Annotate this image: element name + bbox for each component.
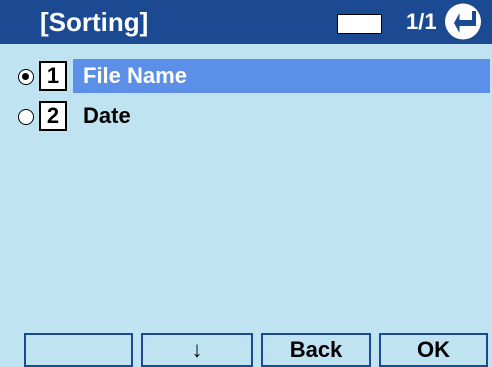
back-arrow-icon[interactable] (445, 3, 481, 40)
title-bar: [Sorting] 1/1 (0, 0, 492, 44)
softkey-down-arrow[interactable]: ↓ (141, 333, 253, 367)
status-indicator (337, 14, 382, 34)
menu-item-label: File Name (73, 59, 490, 93)
radio-dot-icon (22, 73, 29, 80)
softkey-bar: ↓ Back OK (0, 333, 492, 367)
menu-item-file-name[interactable]: 1 File Name (0, 59, 492, 95)
softkey-1[interactable] (24, 333, 133, 367)
item-number: 2 (39, 101, 67, 131)
menu-item-label: Date (83, 103, 131, 128)
softkey-back[interactable]: Back (261, 333, 371, 367)
phone-display: [Sorting] 1/1 1 File Name 2 Date ↓ Back … (0, 0, 492, 367)
radio-selected[interactable] (18, 69, 34, 85)
radio-unselected[interactable] (18, 109, 34, 125)
item-number: 1 (39, 61, 67, 91)
page-title: [Sorting] (40, 7, 149, 37)
menu-item-date[interactable]: 2 Date (0, 99, 492, 135)
softkey-ok[interactable]: OK (379, 333, 488, 367)
page-indicator: 1/1 (406, 9, 437, 34)
